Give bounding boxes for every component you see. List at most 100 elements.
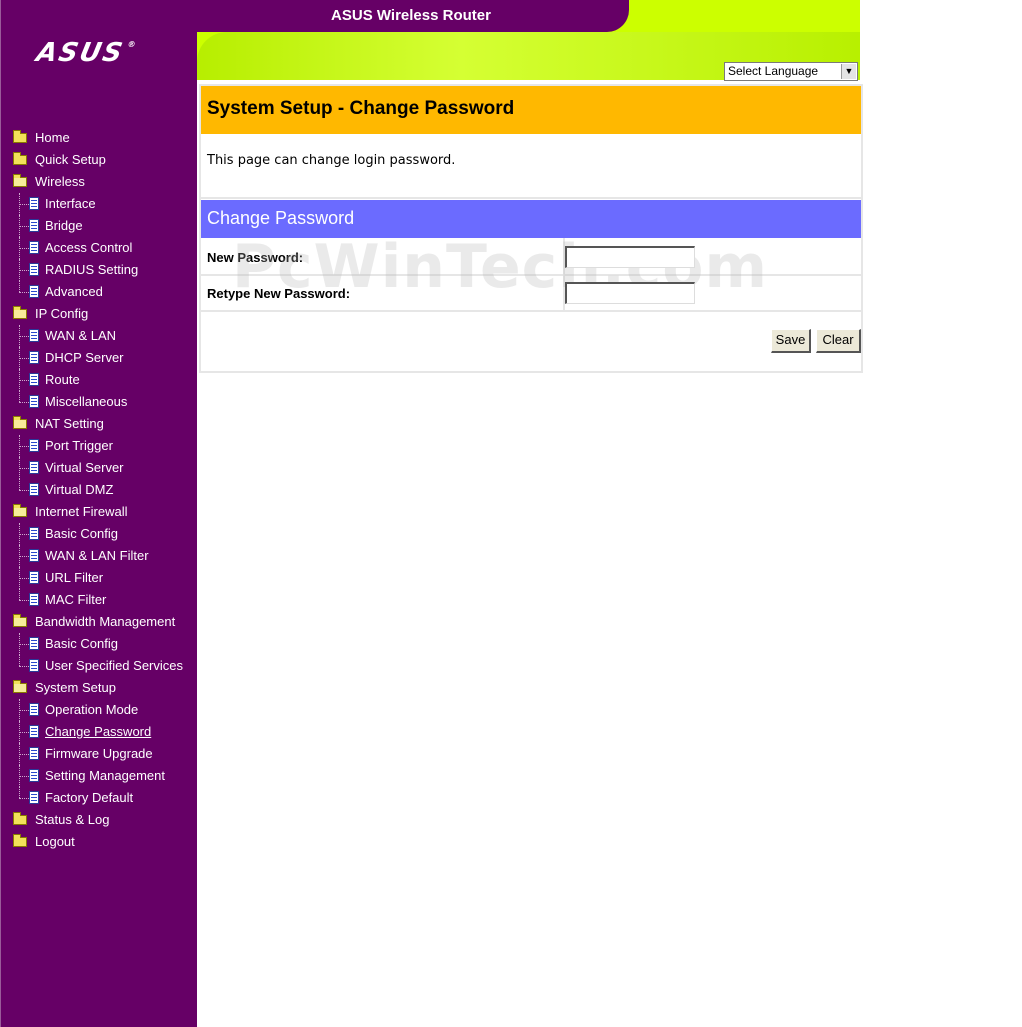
sidebar-item-label: Port Trigger	[45, 438, 113, 453]
sidebar-item-virtual-server[interactable]: Virtual Server	[1, 457, 198, 479]
language-select[interactable]: Select Language ▼	[724, 62, 858, 81]
tree-connector	[19, 666, 29, 667]
sidebar-item-interface[interactable]: Interface	[1, 193, 198, 215]
sidebar-item-label: Basic Config	[45, 526, 118, 541]
sidebar-item-nat-setting[interactable]: NAT Setting	[1, 413, 198, 435]
tree-connector	[19, 270, 29, 271]
sidebar-item-status-log[interactable]: Status & Log	[1, 809, 198, 831]
tree-connector	[19, 468, 29, 469]
page-icon	[29, 549, 39, 562]
sidebar-item-label: Virtual DMZ	[45, 482, 114, 497]
divider	[201, 310, 861, 312]
tree-connector	[19, 479, 21, 490]
new-password-input[interactable]	[565, 246, 695, 268]
sidebar-item-change-password[interactable]: Change Password	[1, 721, 198, 743]
page-icon	[29, 395, 39, 408]
sidebar-menu: Home Quick Setup Wireless Interface Bridge Ac…	[1, 127, 198, 853]
sidebar-item-label: Wireless	[35, 174, 85, 189]
sidebar-item-label: DHCP Server	[45, 350, 124, 365]
sidebar-item-logout[interactable]: Logout	[1, 831, 198, 853]
sidebar-item-bridge[interactable]: Bridge	[1, 215, 198, 237]
sidebar-item-label: System Setup	[35, 680, 116, 695]
sidebar-item-mac-filter[interactable]: MAC Filter	[1, 589, 198, 611]
sidebar-item-advanced[interactable]: Advanced	[1, 281, 198, 303]
tree-connector	[19, 204, 29, 205]
sidebar-item-label: Home	[35, 130, 70, 145]
sidebar-item-basic-config[interactable]: Basic Config	[1, 633, 198, 655]
tree-connector	[19, 446, 29, 447]
folder-open-icon	[13, 174, 27, 187]
sidebar-item-bandwidth-management[interactable]: Bandwidth Management	[1, 611, 198, 633]
sidebar-item-url-filter[interactable]: URL Filter	[1, 567, 198, 589]
tree-connector	[19, 391, 21, 402]
sidebar-item-dhcp-server[interactable]: DHCP Server	[1, 347, 198, 369]
sidebar-item-label: Change Password	[45, 724, 152, 739]
tree-connector	[19, 336, 29, 337]
sidebar-item-label: Miscellaneous	[45, 394, 128, 409]
sidebar-item-home[interactable]: Home	[1, 127, 198, 149]
sidebar-item-setting-management[interactable]: Setting Management	[1, 765, 198, 787]
folder-open-icon	[13, 614, 27, 627]
sidebar-item-miscellaneous[interactable]: Miscellaneous	[1, 391, 198, 413]
page-icon	[29, 263, 39, 276]
sidebar-item-ip-config[interactable]: IP Config	[1, 303, 198, 325]
sidebar-item-user-specified-services[interactable]: User Specified Services	[1, 655, 198, 677]
asus-logo: ASUS®	[33, 38, 139, 68]
folder-open-icon	[13, 306, 27, 319]
tree-connector	[19, 589, 21, 600]
page-icon	[29, 241, 39, 254]
page-icon	[29, 747, 39, 760]
sidebar-item-virtual-dmz[interactable]: Virtual DMZ	[1, 479, 198, 501]
sidebar-item-label: User Specified Services	[45, 658, 183, 673]
folder-open-icon	[13, 680, 27, 693]
folder-open-icon	[13, 504, 27, 517]
tree-connector	[19, 556, 29, 557]
save-button[interactable]: Save	[771, 329, 811, 353]
page-icon	[29, 285, 39, 298]
sidebar-item-wan-lan[interactable]: WAN & LAN	[1, 325, 198, 347]
sidebar-item-radius-setting[interactable]: RADIUS Setting	[1, 259, 198, 281]
folder-icon	[13, 130, 27, 143]
sidebar-item-port-trigger[interactable]: Port Trigger	[1, 435, 198, 457]
sidebar-item-access-control[interactable]: Access Control	[1, 237, 198, 259]
sidebar-item-label: Status & Log	[35, 812, 110, 827]
tree-connector	[19, 655, 21, 666]
sidebar-item-label: Firmware Upgrade	[45, 746, 153, 761]
tree-connector	[19, 402, 29, 403]
tree-connector	[19, 776, 29, 777]
sidebar-item-wireless[interactable]: Wireless	[1, 171, 198, 193]
sidebar-item-route[interactable]: Route	[1, 369, 198, 391]
tree-connector	[19, 644, 29, 645]
retype-password-input[interactable]	[565, 282, 695, 304]
sidebar-item-quick-setup[interactable]: Quick Setup	[1, 149, 198, 171]
page-icon	[29, 637, 39, 650]
tree-connector	[19, 380, 29, 381]
page-icon	[29, 703, 39, 716]
sidebar-item-firmware-upgrade[interactable]: Firmware Upgrade	[1, 743, 198, 765]
page-icon	[29, 351, 39, 364]
sidebar-item-label: WAN & LAN Filter	[45, 548, 149, 563]
language-select-value: Select Language	[728, 64, 819, 78]
sidebar-item-factory-default[interactable]: Factory Default	[1, 787, 198, 809]
clear-button[interactable]: Clear	[816, 329, 861, 353]
sidebar-item-basic-config[interactable]: Basic Config	[1, 523, 198, 545]
page-description: This page can change login password.	[207, 153, 456, 168]
sidebar-item-label: Interface	[45, 196, 96, 211]
folder-icon	[13, 834, 27, 847]
folder-icon	[13, 152, 27, 165]
sidebar-item-internet-firewall[interactable]: Internet Firewall	[1, 501, 198, 523]
sidebar-item-system-setup[interactable]: System Setup	[1, 677, 198, 699]
page-icon	[29, 527, 39, 540]
sidebar-item-label: Virtual Server	[45, 460, 124, 475]
tree-connector	[19, 578, 29, 579]
divider	[201, 274, 861, 276]
sidebar-item-label: Bandwidth Management	[35, 614, 176, 629]
chevron-down-icon[interactable]: ▼	[841, 64, 856, 79]
sidebar-item-label: URL Filter	[45, 570, 104, 585]
sidebar-item-wan-lan-filter[interactable]: WAN & LAN Filter	[1, 545, 198, 567]
tree-connector	[19, 281, 21, 292]
sidebar-item-operation-mode[interactable]: Operation Mode	[1, 699, 198, 721]
tree-connector	[19, 248, 29, 249]
sidebar-item-label: Operation Mode	[45, 702, 139, 717]
sidebar-item-label: Bridge	[45, 218, 83, 233]
